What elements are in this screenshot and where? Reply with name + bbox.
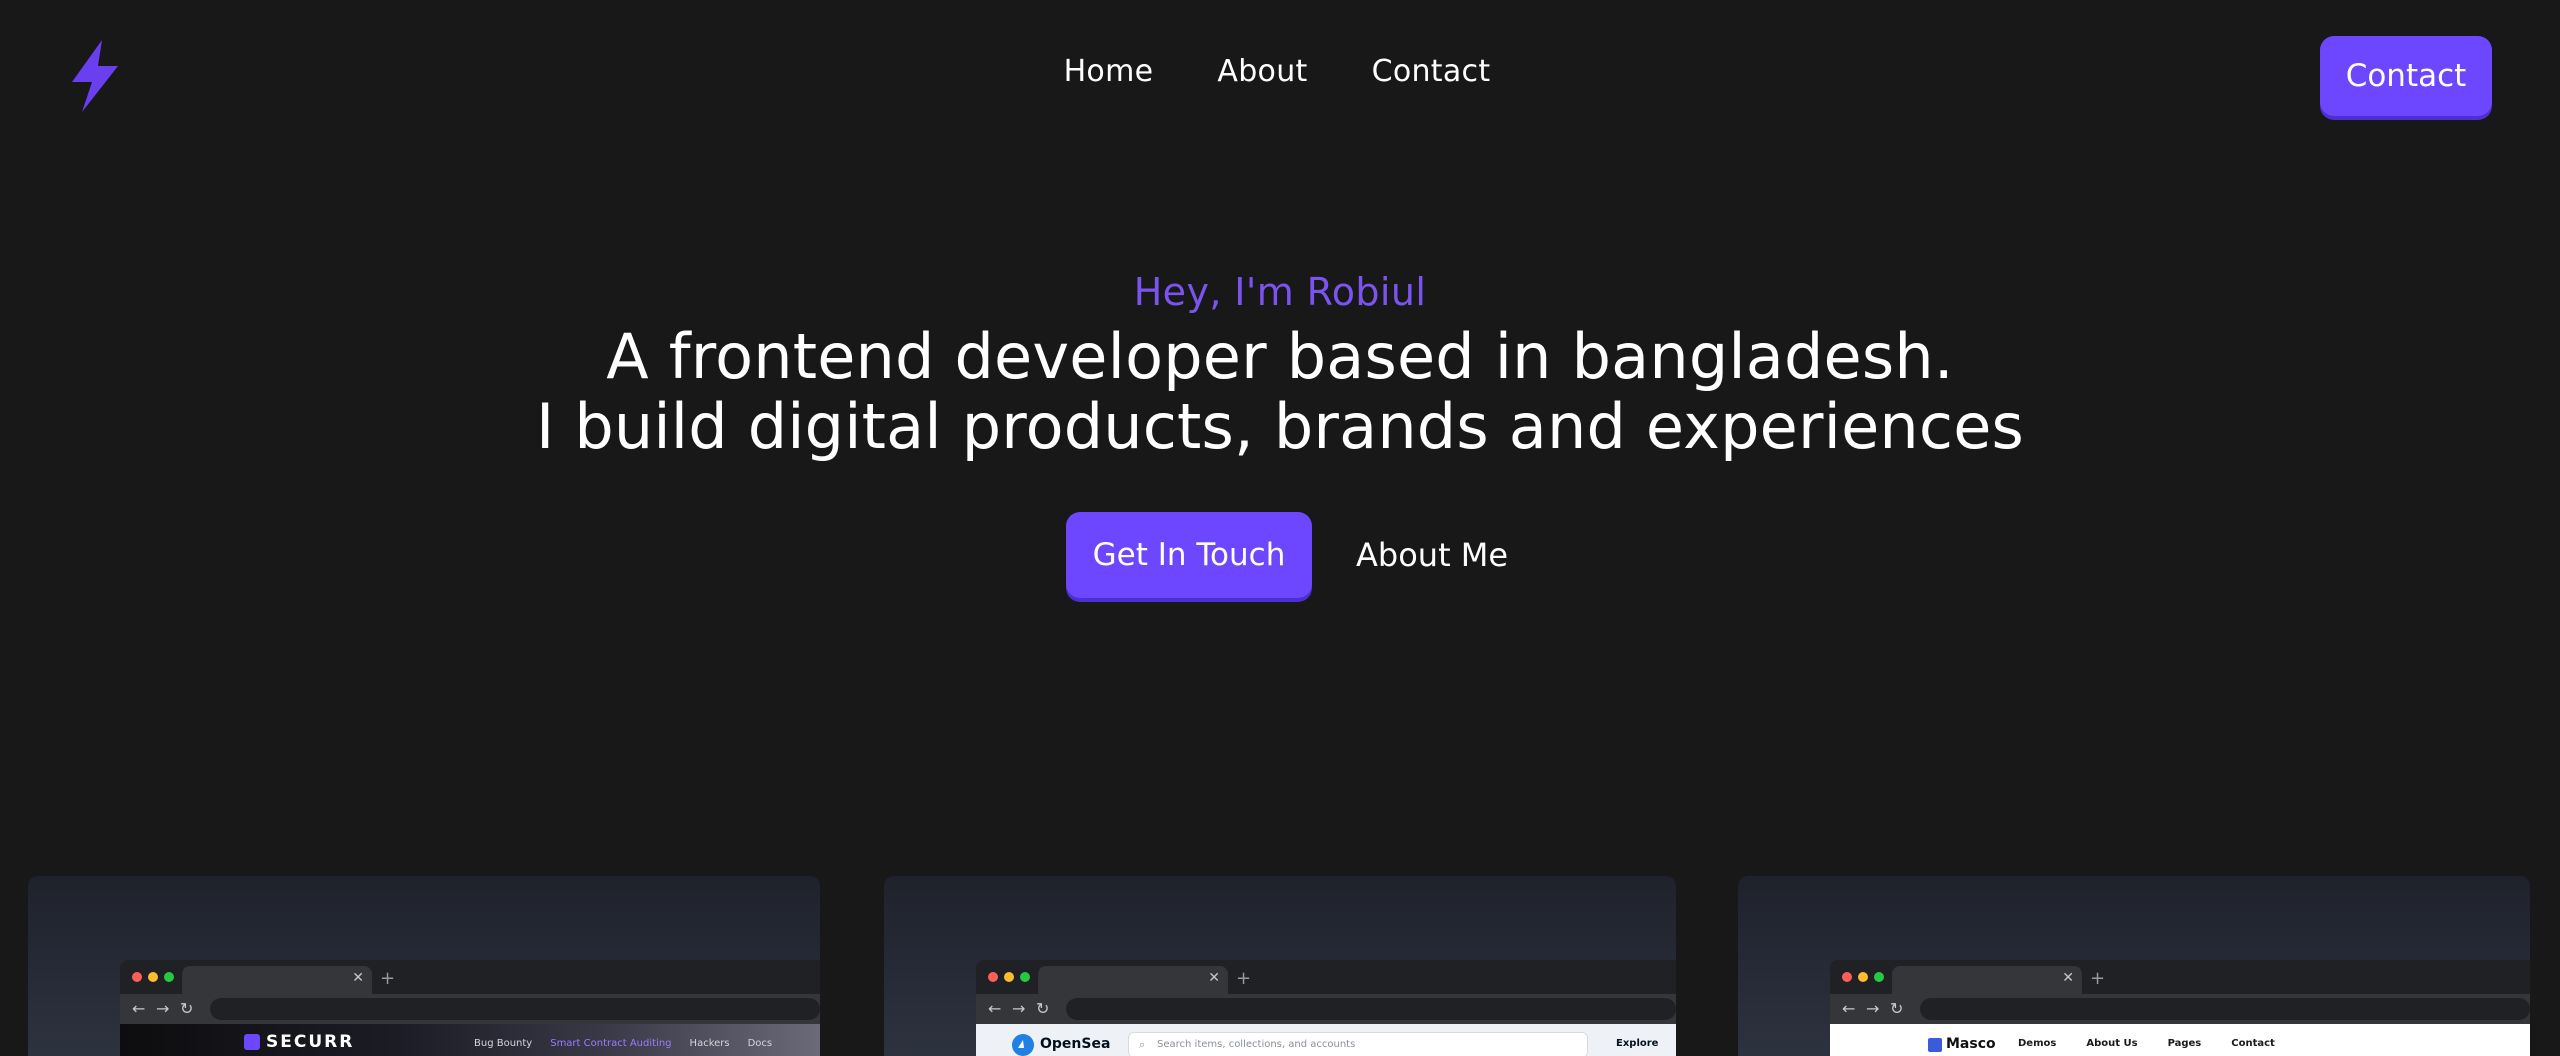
site-preview: SECURR Bug Bounty Smart Contract Auditin…	[120, 1024, 820, 1056]
nav-about[interactable]: About	[1217, 54, 1307, 89]
project-card-opensea[interactable]: ✕ + ← → ↻ OpenSea ⌕ Search items, collec…	[884, 876, 1676, 1056]
close-dot-icon	[988, 972, 998, 982]
site-brand: OpenSea	[1040, 1036, 1111, 1052]
browser-tab: ✕	[1892, 966, 2082, 994]
maximize-dot-icon	[164, 972, 174, 982]
hero-headline-line-1: A frontend developer based in bangladesh…	[606, 320, 1954, 393]
maximize-dot-icon	[1020, 972, 1030, 982]
minimize-dot-icon	[148, 972, 158, 982]
securr-logo-icon	[244, 1034, 260, 1050]
project-card-securr[interactable]: ✕ + ← → ↻ SECURR Bug Bounty Smart Contra…	[28, 876, 820, 1056]
browser-mockup: ✕ + ← → ↻ OpenSea ⌕ Search items, collec…	[976, 960, 1676, 1056]
about-me-link[interactable]: About Me	[1356, 536, 1508, 574]
close-icon: ✕	[352, 970, 364, 986]
close-icon: ✕	[2062, 970, 2074, 986]
browser-toolbar: ← → ↻	[1830, 994, 2530, 1024]
browser-toolbar: ← → ↻	[976, 994, 1676, 1024]
masco-logo-icon	[1928, 1038, 1942, 1052]
arrow-right-icon: →	[156, 999, 170, 1018]
address-bar	[1066, 998, 1676, 1020]
hero-section: Hey, I'm Robiul A frontend developer bas…	[0, 270, 2560, 462]
contact-button[interactable]: Contact	[2320, 36, 2492, 116]
hero-greeting: Hey, I'm Robiul	[1133, 270, 1427, 314]
plus-icon: +	[1236, 968, 1252, 989]
maximize-dot-icon	[1874, 972, 1884, 982]
site-preview: OpenSea ⌕ Search items, collections, and…	[976, 1024, 1676, 1056]
minimize-dot-icon	[1004, 972, 1014, 982]
plus-icon: +	[2090, 968, 2106, 989]
browser-tabbar: ✕ +	[976, 960, 1676, 994]
minimize-dot-icon	[1858, 972, 1868, 982]
hero-headline: A frontend developer based in bangladesh…	[0, 322, 2560, 462]
reload-icon: ↻	[1890, 999, 1904, 1018]
address-bar	[210, 998, 820, 1020]
main-nav: Home About Contact	[0, 54, 2557, 89]
browser-toolbar: ← → ↻	[120, 994, 820, 1024]
opensea-logo-icon	[1012, 1034, 1034, 1056]
arrow-left-icon: ←	[988, 999, 1002, 1018]
site-link: Docs	[747, 1038, 773, 1049]
arrow-right-icon: →	[1012, 999, 1026, 1018]
close-dot-icon	[1842, 972, 1852, 982]
site-links: Bug Bounty Smart Contract Auditing Hacke…	[474, 1038, 772, 1049]
site-link: Smart Contract Auditing	[550, 1038, 672, 1049]
site-link: Explore	[1616, 1038, 1659, 1049]
hero-actions: Get In Touch About Me	[1066, 512, 1508, 598]
site-link: Demos	[2018, 1038, 2057, 1049]
portfolio-page: Home About Contact Contact Hey, I'm Robi…	[0, 0, 2560, 1056]
browser-tabbar: ✕ +	[1830, 960, 2530, 994]
browser-tabbar: ✕ +	[120, 960, 820, 994]
reload-icon: ↻	[180, 999, 194, 1018]
arrow-left-icon: ←	[1842, 999, 1856, 1018]
site-link: Bug Bounty	[474, 1038, 533, 1049]
close-icon: ✕	[1208, 970, 1220, 986]
site-links: Demos About Us Pages Contact	[2018, 1038, 2275, 1049]
site-preview: Masco Demos About Us Pages Contact	[1830, 1024, 2530, 1056]
browser-mockup: ✕ + ← → ↻ SECURR Bug Bounty Smart Contra…	[120, 960, 820, 1056]
site-link: About Us	[2086, 1038, 2138, 1049]
browser-mockup: ✕ + ← → ↻ Masco Demos About Us Pages Con…	[1830, 960, 2530, 1056]
browser-tab: ✕	[1038, 966, 1228, 994]
site-link: Contact	[2231, 1038, 2275, 1049]
project-card-masco[interactable]: ✕ + ← → ↻ Masco Demos About Us Pages Con…	[1738, 876, 2530, 1056]
nav-home[interactable]: Home	[1064, 54, 1154, 89]
plus-icon: +	[380, 968, 396, 989]
get-in-touch-button[interactable]: Get In Touch	[1066, 512, 1312, 598]
arrow-left-icon: ←	[132, 999, 146, 1018]
nav-contact[interactable]: Contact	[1372, 54, 1491, 89]
reload-icon: ↻	[1036, 999, 1050, 1018]
search-placeholder: Search items, collections, and accounts	[1157, 1039, 1356, 1050]
browser-tab: ✕	[182, 966, 372, 994]
hero-headline-line-2: I build digital products, brands and exp…	[535, 390, 2025, 463]
site-link: Hackers	[689, 1038, 730, 1049]
site-search: ⌕ Search items, collections, and account…	[1128, 1032, 1588, 1056]
arrow-right-icon: →	[1866, 999, 1880, 1018]
site-brand: Masco	[1946, 1036, 1996, 1052]
close-dot-icon	[132, 972, 142, 982]
address-bar	[1920, 998, 2530, 1020]
site-brand: SECURR	[266, 1032, 355, 1052]
search-icon: ⌕	[1139, 1038, 1146, 1051]
site-link: Pages	[2167, 1038, 2202, 1049]
site-links: Explore St	[1616, 1038, 1676, 1049]
